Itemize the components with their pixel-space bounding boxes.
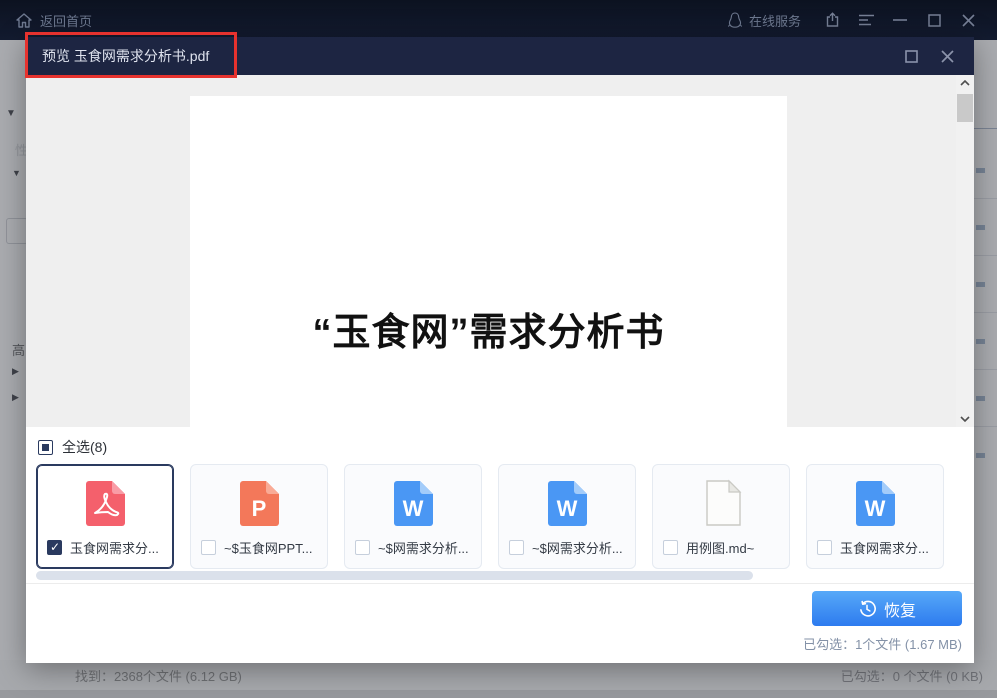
restore-button-label: 恢复 [884, 597, 916, 621]
back-home-label: 返回首页 [40, 11, 92, 30]
qq-penguin-icon [727, 12, 743, 29]
file-name: 玉食网需求分... [840, 538, 929, 557]
found-files-text: 找到：2368个文件 (6.12 GB) [75, 666, 242, 685]
file-card[interactable]: W ~$网需求分析... [344, 464, 482, 569]
file-name: ~$网需求分析... [378, 538, 469, 557]
file-card[interactable]: W ~$网需求分析... [498, 464, 636, 569]
dialog-header: 预览 玉食网需求分析书.pdf [26, 37, 974, 75]
file-name: ~$玉食网PPT... [224, 538, 313, 557]
file-checkbox[interactable] [509, 540, 524, 555]
online-service-button[interactable]: 在线服务 [727, 11, 801, 30]
menu-icon[interactable] [849, 0, 883, 40]
share-button[interactable] [815, 0, 849, 40]
online-service-label: 在线服务 [749, 11, 801, 30]
scroll-up-icon[interactable] [956, 75, 974, 91]
sidebar-button-outline [6, 218, 28, 244]
list-icon-remnant [976, 339, 985, 344]
pdf-file-icon [82, 478, 130, 528]
list-icon-remnant [976, 168, 985, 173]
file-card[interactable]: W 玉食网需求分... [806, 464, 944, 569]
dialog-title: 预览 玉食网需求分析书.pdf [26, 46, 209, 66]
file-card[interactable]: 用例图.md~ [652, 464, 790, 569]
close-button[interactable] [951, 0, 985, 40]
footer-divider [26, 583, 974, 584]
ppt-file-icon: P [236, 478, 284, 528]
file-checkbox[interactable] [663, 540, 678, 555]
collapse-arrow-icon: ▼ [12, 168, 21, 178]
file-card-strip: 玉食网需求分... P ~$玉食网PPT... W [26, 464, 974, 570]
scroll-down-icon[interactable] [956, 411, 974, 427]
list-icon-remnant [976, 396, 985, 401]
collapse-arrow-icon: ▼ [6, 108, 16, 119]
list-icon-remnant [976, 282, 985, 287]
pdf-page: “玉食网”需求分析书 [190, 96, 787, 427]
file-name: 用例图.md~ [686, 538, 754, 557]
svg-text:W: W [865, 496, 886, 521]
list-icon-remnant [976, 225, 985, 230]
select-all-control[interactable]: 全选(8) [38, 437, 107, 457]
pdf-document-title: “玉食网”需求分析书 [190, 301, 787, 356]
pdf-preview-area: “玉食网”需求分析书 [26, 75, 956, 427]
file-checkbox[interactable] [817, 540, 832, 555]
status-bar-bottom-strip [0, 690, 997, 698]
file-checkbox[interactable] [47, 540, 62, 555]
horizontal-scrollbar-thumb[interactable] [36, 571, 753, 580]
dialog-close-button[interactable] [934, 43, 960, 69]
restore-button[interactable]: 恢复 [812, 591, 962, 626]
scrollbar-thumb[interactable] [957, 94, 973, 122]
sidebar-partial-glyph: 高 [12, 340, 25, 359]
maximize-button[interactable] [917, 0, 951, 40]
word-file-icon: W [390, 478, 438, 528]
selected-files-text: 已勾选：0 个文件 (0 KB) [841, 666, 983, 685]
app-titlebar: 返回首页 在线服务 [0, 0, 997, 40]
file-name: 玉食网需求分... [70, 538, 159, 557]
home-icon [16, 13, 32, 28]
word-file-icon: W [544, 478, 592, 528]
minimize-button[interactable] [883, 0, 917, 40]
svg-text:W: W [557, 496, 578, 521]
file-card[interactable]: 玉食网需求分... [36, 464, 174, 569]
blank-file-icon [698, 478, 746, 528]
select-all-checkbox[interactable] [38, 440, 53, 455]
preview-vertical-scrollbar[interactable] [956, 75, 974, 427]
file-name: ~$网需求分析... [532, 538, 623, 557]
list-icon-remnant [976, 453, 985, 458]
dialog-maximize-button[interactable] [898, 43, 924, 69]
restore-history-icon [858, 600, 876, 618]
file-checkbox[interactable] [201, 540, 216, 555]
word-file-icon: W [852, 478, 900, 528]
preview-dialog: 预览 玉食网需求分析书.pdf “玉食网”需求分析书 全选(8) [26, 37, 974, 663]
app-status-bar: 找到：2368个文件 (6.12 GB) 已勾选：0 个文件 (0 KB) [0, 660, 997, 690]
svg-text:W: W [403, 496, 424, 521]
dialog-selected-summary: 已勾选：1个文件 (1.67 MB) [803, 634, 962, 653]
file-checkbox[interactable] [355, 540, 370, 555]
file-card[interactable]: P ~$玉食网PPT... [190, 464, 328, 569]
expand-arrow-icon: ▶ [12, 366, 19, 377]
back-home-button[interactable]: 返回首页 [0, 11, 92, 30]
expand-arrow-icon: ▶ [12, 392, 19, 403]
select-all-label: 全选(8) [62, 437, 107, 457]
svg-text:P: P [252, 496, 267, 521]
